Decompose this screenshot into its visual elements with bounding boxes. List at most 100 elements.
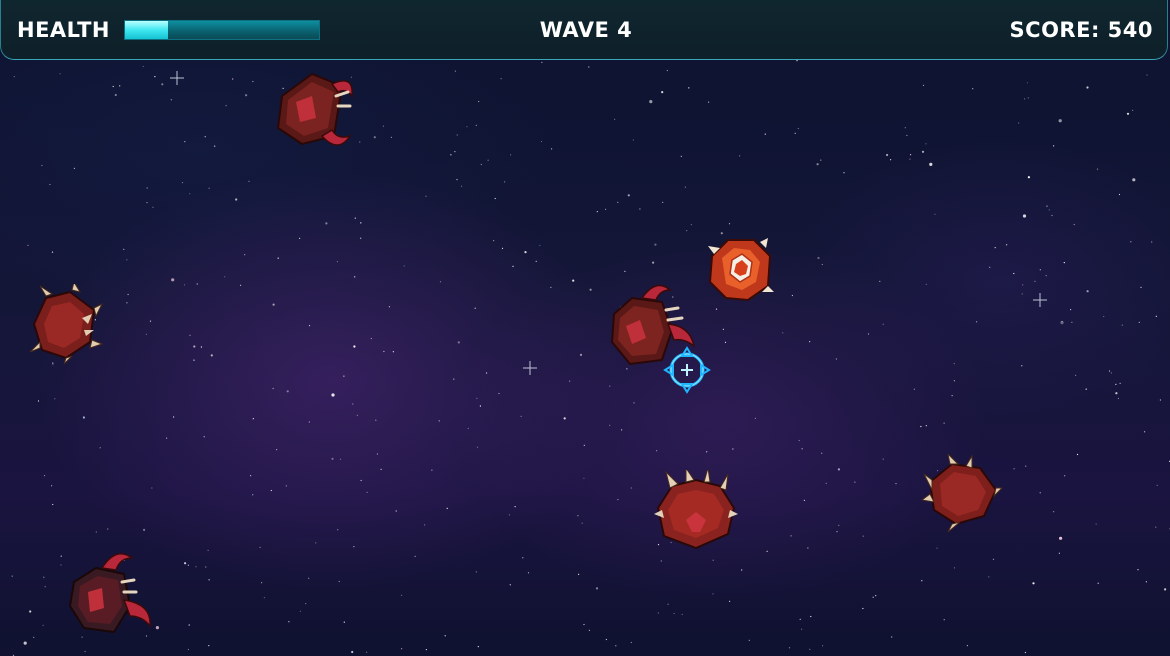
- star: [189, 334, 191, 336]
- star: [715, 308, 718, 310]
- star: [200, 346, 202, 348]
- star: [414, 555, 416, 558]
- star: [748, 639, 750, 641]
- star: [854, 481, 856, 483]
- star: [1051, 214, 1053, 217]
- star: [33, 636, 35, 638]
- star: [446, 507, 448, 509]
- star: [305, 603, 307, 605]
- star: [825, 482, 827, 484]
- star: [73, 167, 75, 169]
- star: [476, 446, 479, 448]
- star: [401, 594, 403, 597]
- star: [1022, 284, 1024, 286]
- star: [235, 198, 238, 201]
- star: [890, 159, 892, 161]
- spiked-enemy[interactable]: [922, 454, 1002, 532]
- star: [193, 345, 196, 348]
- star: [966, 645, 969, 647]
- star: [579, 353, 583, 356]
- starfield-background: [11, 60, 1170, 656]
- star: [486, 372, 488, 374]
- star: [722, 328, 725, 330]
- star: [1039, 492, 1041, 494]
- star: [339, 458, 342, 460]
- star: [524, 251, 527, 254]
- star: [1027, 97, 1029, 99]
- star: [632, 139, 635, 141]
- star: [886, 153, 889, 157]
- star: [480, 163, 482, 166]
- star: [794, 132, 796, 134]
- star: [184, 562, 187, 565]
- star: [630, 641, 632, 644]
- star: [146, 202, 148, 204]
- star: [475, 124, 477, 126]
- star: [605, 638, 608, 641]
- spiked-enemy[interactable]: [28, 284, 104, 364]
- star: [145, 333, 147, 335]
- clawed-enemy[interactable]: [66, 546, 158, 638]
- crosshair-icon[interactable]: [662, 345, 712, 395]
- star: [875, 595, 877, 597]
- star: [1048, 209, 1050, 211]
- star: [299, 610, 301, 612]
- star: [1073, 223, 1075, 226]
- star: [728, 223, 731, 225]
- star: [836, 531, 838, 533]
- star: [867, 333, 870, 335]
- star: [925, 425, 927, 427]
- game-canvas[interactable]: HEALTH WAVE 4 SCORE: 540: [0, 0, 1170, 656]
- star: [356, 414, 358, 416]
- star: [60, 564, 62, 566]
- star: [325, 222, 328, 225]
- star: [527, 572, 530, 574]
- star: [820, 159, 822, 161]
- star: [154, 76, 156, 78]
- star: [270, 489, 272, 492]
- star: [49, 183, 51, 186]
- armored-enemy[interactable]: [704, 234, 776, 306]
- star: [353, 345, 356, 348]
- star: [920, 425, 922, 428]
- star: [474, 307, 476, 309]
- star: [504, 181, 506, 183]
- star: [1046, 205, 1048, 207]
- star: [208, 187, 210, 189]
- star: [739, 155, 741, 157]
- star: [51, 251, 54, 253]
- star: [583, 623, 585, 626]
- star: [456, 179, 458, 181]
- star: [596, 211, 598, 213]
- star: [383, 350, 385, 353]
- star: [461, 185, 463, 187]
- star: [791, 294, 794, 297]
- star: [438, 420, 440, 422]
- star: [520, 415, 522, 417]
- star: [660, 560, 662, 562]
- star: [315, 542, 317, 544]
- star: [1115, 383, 1117, 385]
- clawed-enemy[interactable]: [272, 66, 362, 156]
- star: [225, 105, 227, 107]
- star: [732, 448, 734, 450]
- star: [588, 66, 590, 68]
- horned-enemy[interactable]: [652, 470, 738, 552]
- star: [1132, 109, 1134, 111]
- star: [652, 261, 655, 264]
- star: [909, 158, 911, 160]
- star: [1070, 309, 1072, 311]
- star: [43, 576, 45, 578]
- star: [581, 522, 583, 524]
- star: [539, 244, 541, 247]
- star: [1027, 176, 1030, 179]
- star: [1103, 315, 1105, 318]
- star: [1034, 280, 1036, 282]
- star: [953, 567, 956, 569]
- star: [798, 439, 800, 442]
- star: [431, 469, 433, 471]
- star: [456, 134, 458, 136]
- star: [308, 325, 311, 327]
- star: [1024, 98, 1026, 100]
- star: [816, 163, 819, 166]
